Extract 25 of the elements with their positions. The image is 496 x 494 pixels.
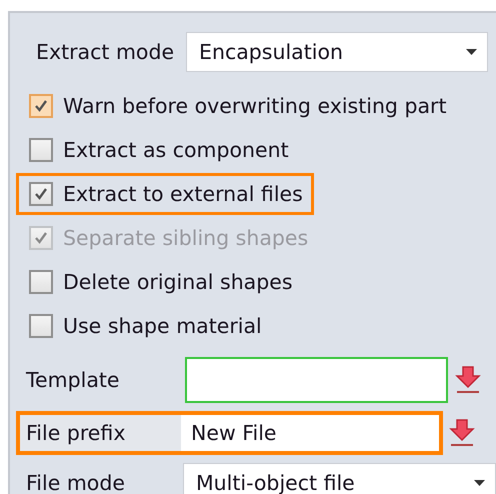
checkmark-icon (34, 187, 48, 201)
field-label: Template (26, 366, 121, 394)
checkbox-label[interactable]: Warn before overwriting existing part (63, 90, 447, 122)
dropdown[interactable]: Encapsulation (186, 32, 488, 72)
checkbox[interactable] (29, 182, 53, 206)
checkbox-label[interactable]: Delete original shapes (63, 266, 293, 298)
field-label: File mode (26, 470, 126, 494)
dropdown-caret-icon (474, 480, 485, 486)
checkbox-label[interactable]: Use shape material (63, 310, 262, 342)
download-icon[interactable] (455, 365, 481, 395)
text-field[interactable]: New File (181, 415, 439, 451)
checkbox-label[interactable]: Extract as component (63, 134, 289, 166)
field-label: File prefix (25, 420, 126, 447)
template-field[interactable] (185, 357, 448, 403)
checkbox[interactable] (29, 314, 53, 338)
checkbox[interactable] (29, 270, 53, 294)
checkbox[interactable] (29, 138, 53, 162)
checkmark-icon (34, 99, 48, 113)
checkbox[interactable] (29, 94, 53, 118)
dropdown[interactable]: Multi-object file (183, 463, 496, 494)
checkbox-label[interactable]: Extract to external files (63, 178, 303, 210)
dropdown-caret-icon (466, 49, 477, 55)
field-label: Extract mode (36, 38, 176, 66)
download-icon[interactable] (449, 418, 475, 448)
checkmark-icon (34, 231, 48, 245)
